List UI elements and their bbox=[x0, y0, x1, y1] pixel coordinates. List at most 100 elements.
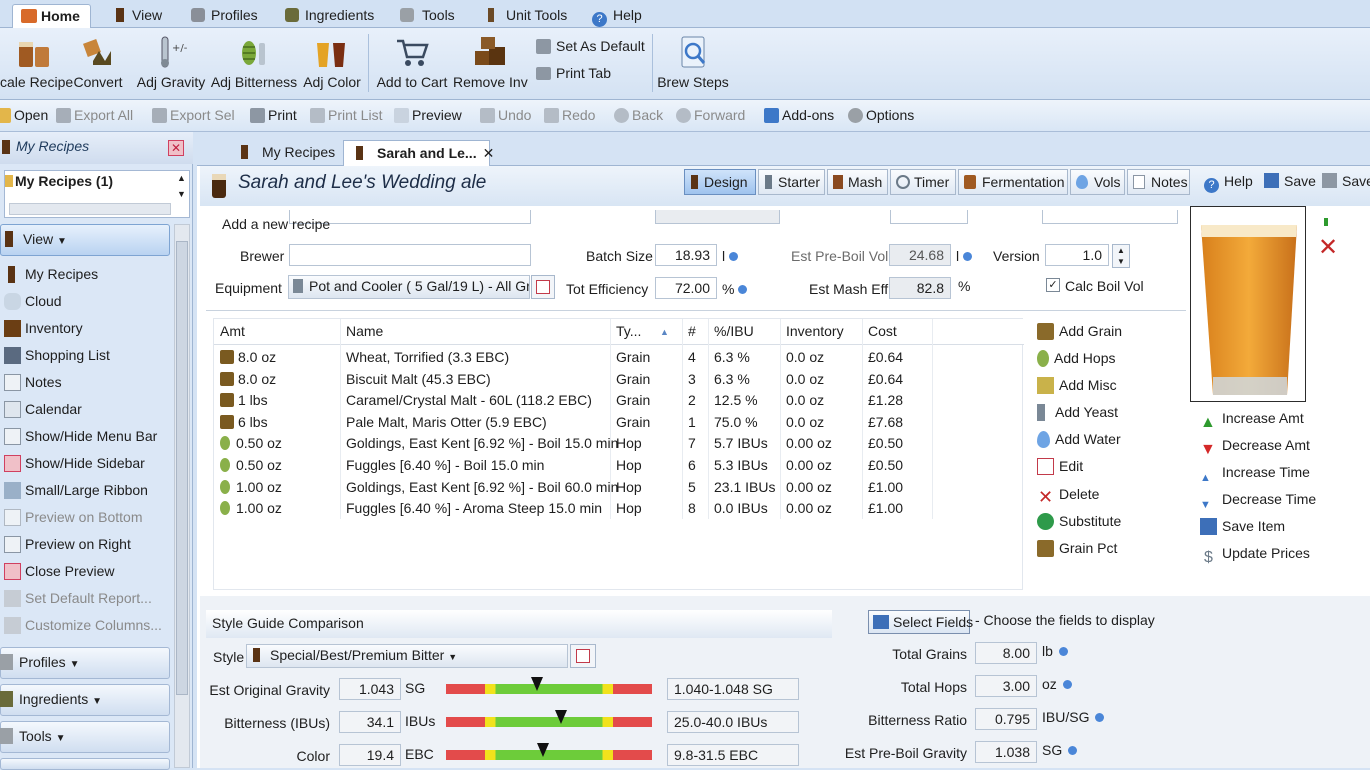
increase-time-button[interactable]: ▲ Increase Time bbox=[1200, 464, 1310, 487]
sidebar-scrollbar[interactable] bbox=[174, 224, 190, 768]
batch-size-field[interactable]: 18.93 bbox=[655, 244, 717, 266]
timer-view-button[interactable]: Timer bbox=[890, 169, 956, 195]
add-yeast-button[interactable]: Add Yeast bbox=[1037, 404, 1118, 421]
forward-button[interactable]: Forward bbox=[676, 107, 745, 123]
increase-amt-button[interactable]: ▲ Increase Amt bbox=[1200, 410, 1304, 431]
sidebar-item-close-preview[interactable]: Close Preview bbox=[4, 563, 114, 585]
table-row[interactable]: 8.0 oz Wheat, Torrified (3.3 EBC) Grain 4 6.… bbox=[214, 347, 934, 368]
boil-time-field[interactable] bbox=[890, 210, 968, 224]
sidebar-item-ribbon-size[interactable]: Small/Large Ribbon bbox=[4, 482, 148, 504]
add-to-cart-button[interactable]: Add to Cart bbox=[374, 30, 450, 96]
close-preview-icon[interactable]: ✕ bbox=[1318, 236, 1338, 260]
set-as-default-button[interactable]: Set As Default bbox=[536, 38, 645, 54]
sidebar-item-customize-columns[interactable]: Customize Columns... bbox=[4, 617, 162, 639]
design-view-button[interactable]: Design bbox=[684, 169, 756, 195]
print-tab-button[interactable]: Print Tab bbox=[536, 65, 611, 81]
tab-unit-tools[interactable]: Unit Tools bbox=[480, 4, 577, 28]
ingredients-group[interactable]: Ingredients ▼ bbox=[0, 684, 170, 716]
recipe-type-field[interactable] bbox=[655, 210, 780, 224]
vols-view-button[interactable]: Vols bbox=[1070, 169, 1125, 195]
sidebar-item-my-recipes[interactable]: My Recipes bbox=[8, 266, 98, 288]
adj-gravity-button[interactable]: +/- Adj Gravity bbox=[136, 30, 206, 96]
calc-boil-checkbox[interactable]: ✓ bbox=[1046, 278, 1060, 292]
add-hops-button[interactable]: Add Hops bbox=[1037, 350, 1115, 367]
edit-equipment-button[interactable] bbox=[531, 275, 555, 299]
tree-scroll-down[interactable]: ▼ bbox=[177, 189, 186, 199]
table-row[interactable]: 1.00 oz Goldings, East Kent [6.92 %] - Bo… bbox=[214, 477, 934, 498]
date-field[interactable] bbox=[1042, 210, 1178, 224]
preview-button[interactable]: Preview bbox=[394, 107, 462, 123]
tab-profiles[interactable]: Profiles bbox=[183, 4, 268, 28]
notes-view-button[interactable]: Notes bbox=[1127, 169, 1190, 195]
edit-style-button[interactable] bbox=[570, 644, 596, 668]
brewer-field[interactable] bbox=[289, 244, 531, 266]
sidebar-item-calendar[interactable]: Calendar bbox=[4, 401, 82, 423]
table-row[interactable]: 1.00 oz Fuggles [6.40 %] - Aroma Steep 15… bbox=[214, 498, 934, 519]
profiles-group[interactable]: Profiles ▼ bbox=[0, 647, 170, 679]
tab-ingredients[interactable]: Ingredients bbox=[277, 4, 384, 28]
save-button[interactable]: Save bbox=[1264, 173, 1316, 189]
options-button[interactable]: Options bbox=[848, 107, 914, 123]
delete-ingredient-button[interactable]: ✕ Delete bbox=[1037, 486, 1100, 506]
remove-inv-button[interactable]: Remove Inv bbox=[453, 30, 528, 96]
export-sel-button[interactable]: Export Sel bbox=[152, 107, 235, 123]
unit-tools-group[interactable] bbox=[0, 758, 170, 770]
open-button[interactable]: Open bbox=[0, 107, 48, 123]
recipe-tree[interactable]: My Recipes (1) ▲ ▼ bbox=[4, 170, 190, 218]
tab-view[interactable]: View bbox=[108, 4, 172, 28]
style-select[interactable]: Special/Best/Premium Bitter ▼ bbox=[246, 644, 568, 668]
mash-view-button[interactable]: Mash bbox=[827, 169, 888, 195]
export-all-button[interactable]: Export All bbox=[56, 107, 133, 123]
sidebar-item-sidebar[interactable]: Show/Hide Sidebar bbox=[4, 455, 145, 477]
close-sidebar-icon[interactable]: ✕ bbox=[168, 140, 184, 156]
select-fields-button[interactable]: Select Fields bbox=[868, 610, 973, 634]
table-row[interactable]: 0.50 oz Goldings, East Kent [6.92 %] - Bo… bbox=[214, 433, 934, 454]
print-button[interactable]: Print bbox=[250, 107, 297, 123]
print-list-button[interactable]: Print List bbox=[310, 107, 382, 123]
update-prices-button[interactable]: $ Update Prices bbox=[1200, 545, 1310, 566]
sidebar-item-preview-bottom[interactable]: Preview on Bottom bbox=[4, 509, 143, 531]
table-row[interactable]: 1 lbs Caramel/Crystal Malt - 60L (118.2 E… bbox=[214, 390, 934, 411]
version-spinner[interactable]: ▲ ▼ bbox=[1112, 244, 1130, 268]
decrease-time-button[interactable]: ▼ Decrease Time bbox=[1200, 491, 1316, 514]
add-water-button[interactable]: Add Water bbox=[1037, 431, 1121, 448]
adj-color-button[interactable]: Adj Color bbox=[300, 30, 364, 96]
substitute-button[interactable]: Substitute bbox=[1037, 513, 1121, 530]
grain-pct-button[interactable]: Grain Pct bbox=[1037, 540, 1117, 557]
sidebar-item-preview-right[interactable]: Preview on Right bbox=[4, 536, 131, 558]
scale-recipe-button[interactable]: cale Recipe bbox=[0, 30, 73, 96]
adj-bitterness-button[interactable]: Adj Bitterness bbox=[210, 30, 298, 96]
version-field[interactable]: 1.0 bbox=[1045, 244, 1109, 266]
redo-button[interactable]: Redo bbox=[544, 107, 595, 123]
table-row[interactable]: 0.50 oz Fuggles [6.40 %] - Boil 15.0 min H… bbox=[214, 455, 934, 476]
add-misc-button[interactable]: Add Misc bbox=[1037, 377, 1117, 394]
tools-group[interactable]: Tools ▼ bbox=[0, 721, 170, 753]
sidebar-item-inventory[interactable]: Inventory bbox=[4, 320, 83, 342]
save-item-button[interactable]: Save Item bbox=[1200, 518, 1285, 535]
sidebar-item-cloud[interactable]: Cloud bbox=[4, 293, 62, 315]
starter-view-button[interactable]: Starter bbox=[758, 169, 825, 195]
table-row[interactable]: 6 lbs Pale Malt, Maris Otter (5.9 EBC) Gra… bbox=[214, 412, 934, 433]
sidebar-scroll-thumb[interactable] bbox=[176, 241, 188, 695]
undo-button[interactable]: Undo bbox=[480, 107, 531, 123]
edit-ingredient-button[interactable]: Edit bbox=[1037, 458, 1083, 475]
fermentation-view-button[interactable]: Fermentation bbox=[958, 169, 1068, 195]
decrease-amt-button[interactable]: ▼ Decrease Amt bbox=[1200, 437, 1310, 458]
equipment-select[interactable]: Pot and Cooler ( 5 Gal/19 L) - All Grai bbox=[288, 275, 530, 299]
help-button[interactable]: ? Help bbox=[1204, 173, 1253, 193]
back-button[interactable]: Back bbox=[614, 107, 663, 123]
view-group[interactable]: View ▼ bbox=[0, 224, 170, 256]
table-row[interactable]: 8.0 oz Biscuit Malt (45.3 EBC) Grain 3 6.3 %… bbox=[214, 369, 934, 390]
tab-home[interactable]: Home bbox=[12, 4, 91, 28]
addons-button[interactable]: Add-ons bbox=[764, 107, 834, 123]
close-tab-icon[interactable]: ✕ bbox=[483, 145, 495, 161]
tab-help[interactable]: ? Help bbox=[584, 4, 652, 28]
doc-tab-my-recipes[interactable]: My Recipes bbox=[241, 144, 335, 160]
convert-button[interactable]: Convert bbox=[70, 30, 126, 96]
brew-steps-button[interactable]: Brew Steps bbox=[656, 30, 730, 96]
doc-tab-recipe[interactable]: Sarah and Le... ✕ bbox=[343, 140, 494, 166]
efficiency-field[interactable]: 72.00 bbox=[655, 277, 717, 299]
sidebar-item-default-report[interactable]: Set Default Report... bbox=[4, 590, 152, 612]
add-grain-button[interactable]: Add Grain bbox=[1037, 323, 1122, 340]
sidebar-item-menu-bar[interactable]: Show/Hide Menu Bar bbox=[4, 428, 157, 450]
